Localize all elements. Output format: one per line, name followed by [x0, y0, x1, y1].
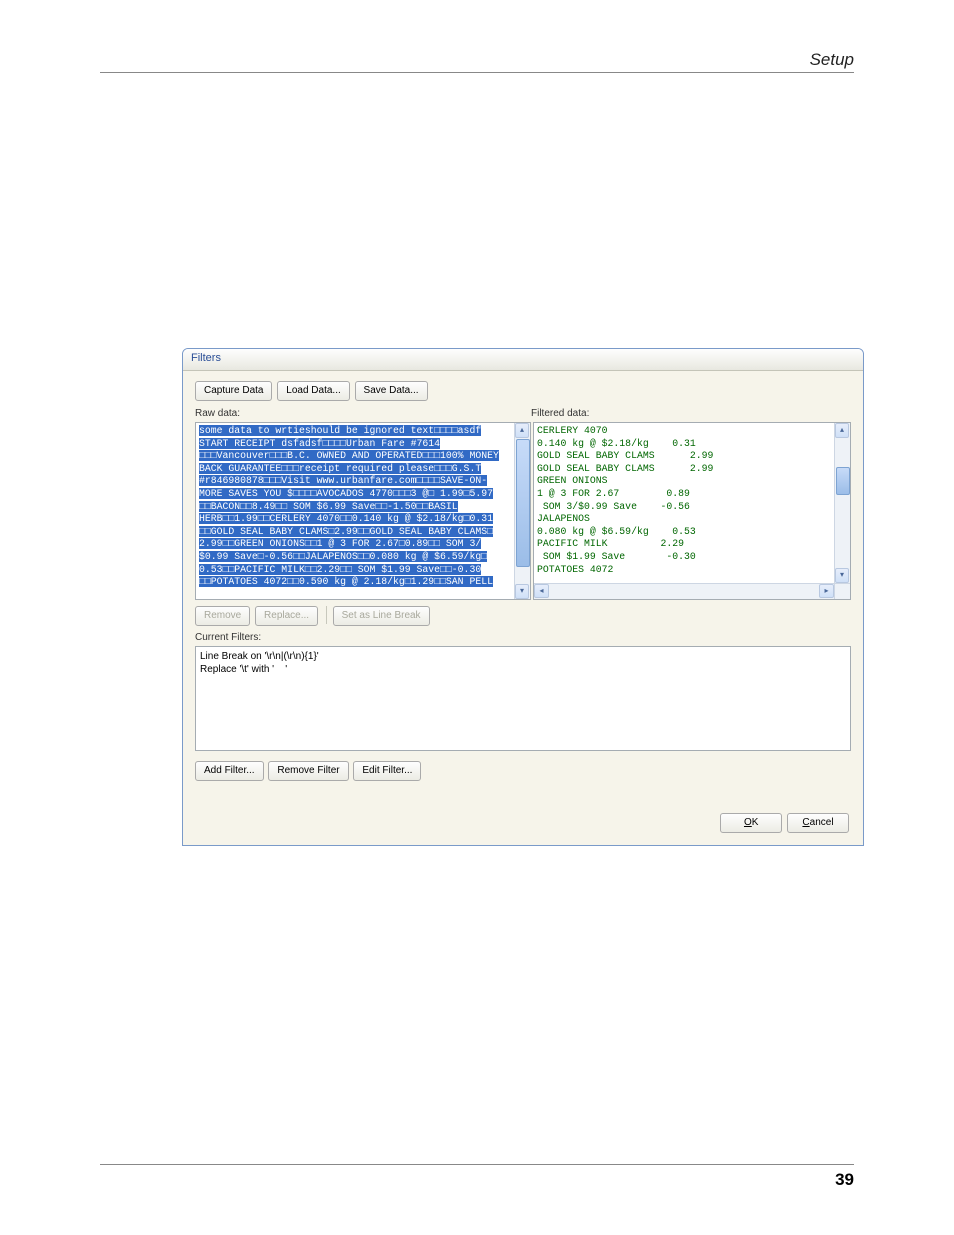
remove-filter-button[interactable]: Remove Filter	[268, 761, 348, 781]
remove-button: Remove	[195, 606, 250, 626]
filtered-data-label: Filtered data:	[531, 408, 851, 419]
add-filter-button[interactable]: Add Filter...	[195, 761, 264, 781]
filtered-scroll-thumb[interactable]	[836, 467, 850, 495]
raw-data-label: Raw data:	[195, 408, 531, 419]
dialog-title: Filters	[183, 349, 863, 371]
filters-dialog: Filters Capture Data Load Data... Save D…	[182, 348, 864, 846]
footer-rule	[100, 1164, 854, 1165]
current-filters-label: Current Filters:	[195, 632, 851, 643]
raw-scroll-thumb[interactable]	[516, 439, 530, 567]
raw-vertical-scrollbar[interactable]: ▴ ▾	[514, 423, 530, 599]
scroll-down-icon[interactable]: ▾	[835, 568, 849, 583]
scroll-up-icon[interactable]: ▴	[515, 423, 529, 438]
edit-filter-button[interactable]: Edit Filter...	[353, 761, 421, 781]
set-line-break-button: Set as Line Break	[333, 606, 430, 626]
save-data-button[interactable]: Save Data...	[355, 381, 428, 401]
filter-entry: Line Break on '\r\n|(\r\n){1}' Replace '…	[200, 650, 846, 676]
filtered-data-text: CERLERY 4070 0.140 kg @ $2.18/kg 0.31 GO…	[534, 423, 834, 583]
filter-mgmt-toolbar: Add Filter... Remove Filter Edit Filter.…	[195, 761, 851, 781]
scroll-left-icon[interactable]: ◂	[534, 584, 549, 598]
raw-data-text: some data to wrtieshould be ignored text…	[196, 423, 514, 599]
dialog-actions: OK Cancel	[720, 813, 851, 833]
scroll-down-icon[interactable]: ▾	[515, 584, 529, 599]
scroll-up-icon[interactable]: ▴	[835, 423, 849, 438]
capture-data-button[interactable]: Capture Data	[195, 381, 272, 401]
scroll-corner	[834, 583, 850, 599]
filtered-horizontal-scrollbar[interactable]: ◂ ▸	[534, 583, 834, 599]
ok-button[interactable]: OK	[720, 813, 782, 833]
selection-toolbar: Remove Replace... Set as Line Break	[195, 606, 851, 626]
load-data-button[interactable]: Load Data...	[277, 381, 349, 401]
dialog-body: Capture Data Load Data... Save Data... R…	[183, 371, 863, 845]
filtered-data-pane[interactable]: CERLERY 4070 0.140 kg @ $2.18/kg 0.31 GO…	[533, 422, 851, 600]
header-rule	[100, 72, 854, 73]
filtered-vertical-scrollbar[interactable]: ▴ ▾	[834, 423, 850, 583]
page-header: Setup	[810, 50, 854, 70]
data-toolbar: Capture Data Load Data... Save Data...	[195, 381, 851, 401]
toolbar-divider	[326, 606, 327, 624]
scroll-right-icon[interactable]: ▸	[819, 584, 834, 598]
replace-button: Replace...	[255, 606, 318, 626]
cancel-button[interactable]: Cancel	[787, 813, 849, 833]
raw-data-pane[interactable]: some data to wrtieshould be ignored text…	[195, 422, 531, 600]
current-filters-list[interactable]: Line Break on '\r\n|(\r\n){1}' Replace '…	[195, 646, 851, 751]
page-number: 39	[835, 1170, 854, 1190]
